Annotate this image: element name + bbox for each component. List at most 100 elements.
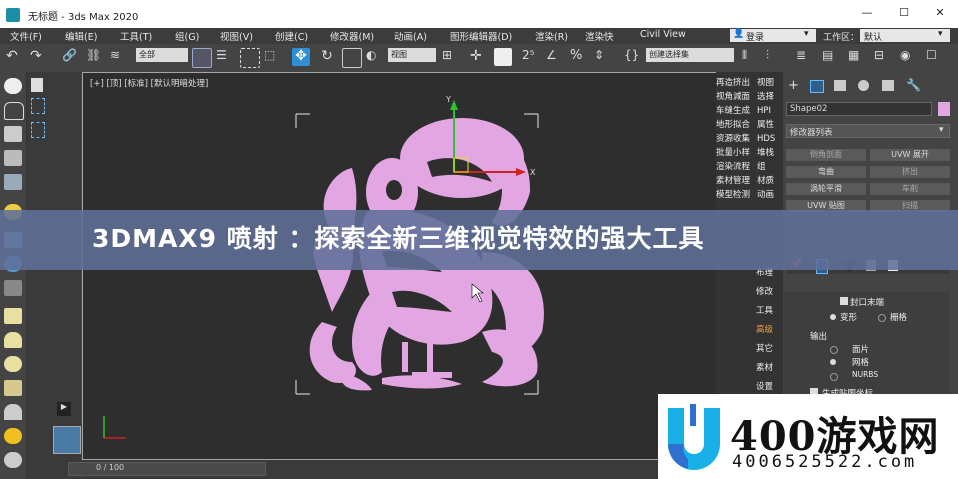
plugin-item[interactable]: HPI: [757, 104, 781, 118]
plugin-item[interactable]: 其它: [756, 342, 780, 356]
sun-icon[interactable]: [4, 428, 22, 444]
mirror-icon[interactable]: ⫴: [742, 48, 760, 66]
plugin-item[interactable]: 视图: [757, 76, 781, 90]
create-tab-icon[interactable]: +: [788, 78, 799, 93]
snap-icon[interactable]: 2⁵: [522, 48, 540, 66]
plugin-item[interactable]: 批量小样: [716, 146, 756, 160]
menu-edit[interactable]: 编辑(E): [65, 29, 97, 43]
lamp-icon[interactable]: [4, 380, 22, 396]
object-color-swatch[interactable]: [938, 102, 950, 116]
curve-editor-icon[interactable]: ▦: [848, 48, 866, 66]
plugin-item[interactable]: 设置: [756, 380, 780, 394]
edit-named-sel-icon[interactable]: {}: [624, 48, 642, 66]
select-by-name-icon[interactable]: ☰: [216, 48, 234, 66]
unlink-icon[interactable]: ⛓: [86, 48, 104, 66]
sphere-icon[interactable]: [4, 356, 22, 372]
film-icon[interactable]: [4, 280, 22, 296]
select-manipulate-icon[interactable]: ✛: [470, 48, 488, 66]
percent-snap-icon[interactable]: %: [570, 48, 588, 66]
plugin-item[interactable]: 选择: [757, 90, 781, 104]
redo-icon[interactable]: ↷: [30, 48, 48, 66]
grid-icon[interactable]: [4, 174, 22, 190]
mesh-radio[interactable]: [830, 359, 836, 365]
modifier-list-dropdown[interactable]: 修改器列表 ▾: [786, 124, 950, 138]
plugin-item[interactable]: 组: [757, 160, 781, 174]
render-setup-icon[interactable]: ☐: [926, 48, 944, 66]
motion-tab-icon[interactable]: [858, 80, 869, 91]
ref-coord-dropdown[interactable]: 视图: [388, 48, 436, 62]
modifier-button[interactable]: 涡轮平滑: [786, 183, 866, 195]
align-icon[interactable]: ⫶: [766, 48, 784, 66]
modifier-button[interactable]: 挤出: [870, 166, 950, 178]
cap-end-checkbox[interactable]: [840, 297, 848, 305]
schematic-icon[interactable]: ⊟: [874, 48, 892, 66]
modifier-button[interactable]: 弯曲: [786, 166, 866, 178]
menu-hidden[interactable]: 渲染快: [585, 29, 614, 43]
placement-icon[interactable]: ◐: [366, 48, 384, 66]
plugin-item[interactable]: 再造挤出: [716, 76, 756, 90]
dome-icon[interactable]: [4, 332, 22, 348]
select-object-icon[interactable]: [192, 48, 212, 68]
plugin-item[interactable]: 修改: [756, 285, 780, 299]
named-selection-dropdown[interactable]: 创建选择集: [646, 48, 734, 62]
viewcube-thumbnail[interactable]: [53, 426, 81, 454]
plugin-item[interactable]: 高级: [756, 323, 780, 337]
panel-icon[interactable]: [31, 78, 43, 92]
minimize-button[interactable]: —: [855, 6, 879, 22]
spinner-snap-icon[interactable]: ⇕: [594, 48, 612, 66]
scale-icon[interactable]: [342, 48, 362, 68]
plugin-item[interactable]: HDS: [757, 132, 781, 146]
document-icon[interactable]: [4, 150, 22, 166]
grid-radio[interactable]: [878, 314, 886, 322]
plugin-item[interactable]: 属性: [757, 118, 781, 132]
plugin-item[interactable]: 地形拟合: [716, 118, 756, 132]
box-icon[interactable]: [4, 308, 22, 324]
pivot-icon[interactable]: ⊞: [442, 48, 460, 66]
rotate-icon[interactable]: ↻: [318, 48, 336, 66]
plugin-item[interactable]: 视角減面: [716, 90, 756, 104]
cloud-icon[interactable]: [4, 102, 24, 120]
menu-animation[interactable]: 动画(A): [394, 29, 427, 43]
move-icon[interactable]: ✥: [292, 48, 310, 66]
menu-civil-view[interactable]: Civil View: [640, 29, 686, 40]
menu-rendering[interactable]: 渲染(R): [535, 29, 568, 43]
maximize-button[interactable]: ☐: [892, 6, 916, 22]
morph-radio[interactable]: [830, 314, 836, 320]
modifier-button[interactable]: UVW 展开: [870, 149, 950, 161]
menu-modifiers[interactable]: 修改器(M): [330, 29, 374, 43]
gizmo-y-arrow[interactable]: [450, 100, 458, 110]
display-tab-icon[interactable]: [882, 80, 894, 91]
keyboard-shortcut-icon[interactable]: [494, 48, 512, 66]
selection-filter-dropdown[interactable]: 全部: [136, 48, 188, 62]
teapot-icon[interactable]: [4, 78, 22, 94]
menu-create[interactable]: 创建(C): [275, 29, 308, 43]
login-dropdown[interactable]: 👤 登录 ▾: [730, 29, 816, 43]
bind-spacewarp-icon[interactable]: ≋: [110, 48, 128, 66]
menu-graph-editors[interactable]: 图形编辑器(D): [450, 29, 512, 43]
render-frame-icon[interactable]: [4, 126, 22, 142]
menu-group[interactable]: 组(G): [175, 29, 199, 43]
workspace-dropdown[interactable]: 默认 ▾: [860, 29, 950, 43]
plugin-item[interactable]: 动画: [757, 188, 781, 202]
menu-view[interactable]: 视图(V): [220, 29, 253, 43]
dotted-box-icon[interactable]: [31, 98, 45, 114]
angle-snap-icon[interactable]: ∠: [546, 48, 564, 66]
disc-icon[interactable]: [4, 452, 22, 468]
modify-tab-icon[interactable]: [810, 80, 824, 93]
hierarchy-tab-icon[interactable]: [834, 80, 846, 91]
plugin-item[interactable]: 模型检测: [716, 188, 756, 202]
object-name-field[interactable]: Shape02: [786, 102, 932, 116]
nurbs-radio[interactable]: [830, 373, 838, 381]
dotted-box-icon[interactable]: [31, 122, 45, 138]
plugin-item[interactable]: 工具: [756, 304, 780, 318]
patch-radio[interactable]: [830, 346, 838, 354]
modifier-button[interactable]: 倒角剖面: [786, 149, 866, 161]
plugin-item[interactable]: 堆栈: [757, 146, 781, 160]
undo-icon[interactable]: ↶: [6, 48, 24, 66]
window-crossing-icon[interactable]: ⬚: [264, 48, 282, 66]
scene-explorer-icon[interactable]: ▤: [822, 48, 840, 66]
menu-tools[interactable]: 工具(T): [120, 29, 152, 43]
utilities-tab-icon[interactable]: 🔧: [906, 78, 921, 92]
plugin-item[interactable]: 材质: [757, 174, 781, 188]
plugin-item[interactable]: 渲染流程: [716, 160, 756, 174]
